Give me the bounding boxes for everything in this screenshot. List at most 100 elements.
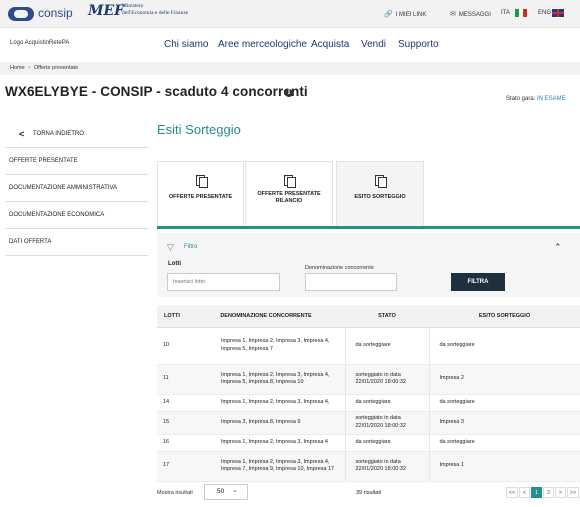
pager-page-2[interactable]: 2: [543, 487, 554, 498]
stato-gara-label: Stato gara:: [506, 96, 536, 102]
nav-acquista[interactable]: Acquista: [311, 39, 349, 50]
mef-logo[interactable]: MEF: [88, 3, 124, 19]
chevron-up-icon[interactable]: ⌃: [554, 242, 562, 253]
cell-esito: Impresa 1: [428, 451, 580, 482]
tab-label: OFFERTE PRESENTATE RILANCIO: [257, 191, 321, 204]
tab-offerte-presentate[interactable]: OFFERTE PRESENTATE: [157, 161, 244, 228]
col-header-stato[interactable]: STATO: [345, 305, 429, 328]
filtra-button[interactable]: FILTRA: [451, 273, 505, 291]
pager-next[interactable]: >: [555, 487, 566, 498]
consip-logo-text[interactable]: consip: [38, 6, 73, 20]
mostra-risultati-label: Mostra risultati: [157, 490, 193, 496]
filter-toggle[interactable]: Filtro: [184, 244, 197, 250]
cell-stato: sorteggiato in data 22/01/2020 18:00:32: [344, 411, 429, 435]
table-row[interactable]: 11 Impresa 1, Impresa 2, Impresa 3, Impr…: [157, 364, 580, 395]
col-header-denominazione[interactable]: DENOMINAZIONE CONCORRENTE: [187, 305, 345, 328]
tab-label: OFFERTE PRESENTATE: [168, 194, 233, 200]
table-row[interactable]: 16 Impresa 1, Impresa 2, Impresa 3, Impr…: [157, 434, 580, 452]
breadcrumb: Home > Offerte presentate: [0, 62, 580, 75]
pager-last[interactable]: >>: [567, 487, 579, 498]
table-row[interactable]: 10 Impresa 1, Impresa 2, Impresa 3, Impr…: [157, 327, 580, 365]
sidebar-item-offerte-presentate[interactable]: OFFERTE PRESENTATE: [5, 148, 148, 175]
cell-stato: sorteggiato in data 22/01/2020 18:00:32: [344, 451, 429, 482]
nav-aree-merceologiche[interactable]: Aree merceologiche: [218, 39, 307, 50]
cell-lotto: 17: [157, 451, 187, 482]
back-label: TORNA INDIETRO: [33, 131, 84, 137]
denominazione-label: Denominazione concorrente: [305, 265, 374, 271]
section-title: Esiti Sorteggio: [157, 122, 241, 137]
cell-lotto: 16: [157, 434, 187, 452]
sidebar-item-doc-economica[interactable]: DOCUMENTAZIONE ECONOMICA: [5, 202, 148, 229]
tab-offerte-rilancio[interactable]: OFFERTE PRESENTATE RILANCIO: [245, 161, 333, 228]
top-bar: consip MEF Ministero dell'Economia e del…: [0, 0, 580, 28]
table-row[interactable]: 17 Impresa 1, Impresa 2, Impresa 3, Impr…: [157, 451, 580, 482]
cell-esito: Impresa 3: [428, 411, 580, 435]
tab-underline: [157, 226, 580, 229]
documents-icon: [195, 175, 208, 188]
cell-stato: sorteggiato in data 22/01/2020 18:00:32: [344, 364, 429, 395]
table-row[interactable]: 14 Impresa 1, Impresa 2, Impresa 3, Impr…: [157, 394, 580, 412]
uk-flag-icon[interactable]: [552, 9, 564, 17]
cell-lotto: 14: [157, 394, 187, 412]
mef-logo-text: Ministero dell'Economia e delle Finanze: [122, 3, 192, 16]
my-links-link[interactable]: 🔗 I MIEI LINK: [384, 10, 426, 18]
cell-esito: da sorteggiare: [428, 394, 580, 412]
cell-denominazione: Impresa 3, Impresa 8, Impresa 9: [187, 411, 345, 435]
cell-denominazione: Impresa 1, Impresa 2, Impresa 3, Impresa…: [187, 394, 345, 412]
cell-lotto: 15: [157, 411, 187, 435]
page-title: WX6ELYBYE - CONSIP - scaduto 4 concorren…: [5, 84, 308, 99]
messages-link[interactable]: ✉ MESSAGGI: [450, 10, 491, 18]
link-icon: 🔗: [384, 11, 393, 18]
cell-lotto: 10: [157, 327, 187, 365]
breadcrumb-current: Offerte presentate: [33, 65, 79, 71]
envelope-icon: ✉: [450, 11, 456, 18]
brand-logo[interactable]: Logo AcquistinRetePA: [10, 40, 69, 46]
cell-denominazione: Impresa 1, Impresa 2, Impresa 3, Impresa…: [187, 434, 345, 452]
stato-gara-value: IN ESAME: [537, 96, 566, 102]
denominazione-input[interactable]: [305, 273, 397, 291]
documents-icon: [375, 175, 387, 188]
cell-esito: Impresa 2: [428, 364, 580, 395]
back-button[interactable]: < TORNA INDIETRO: [5, 122, 148, 148]
lotti-input[interactable]: [167, 273, 280, 291]
chevron-down-icon[interactable]: ⌄: [232, 486, 238, 494]
cell-esito: da sorteggiare: [428, 327, 580, 365]
consip-logo-icon[interactable]: [8, 7, 34, 21]
italy-flag-icon[interactable]: [515, 9, 527, 17]
breadcrumb-home[interactable]: Home: [10, 65, 25, 71]
cell-denominazione: Impresa 1, Impresa 2, Impresa 3, Impresa…: [187, 451, 345, 482]
filter-panel: ▽ Filtro ⌃ Lotti Denominazione concorren…: [157, 233, 580, 297]
col-header-lotti[interactable]: LOTTI: [157, 305, 187, 328]
documents-icon: [284, 175, 296, 188]
nav-supporto[interactable]: Supporto: [398, 39, 439, 50]
sidebar-item-doc-amministrativa[interactable]: DOCUMENTAZIONE AMMINISTRATIVA: [5, 175, 148, 202]
pager-prev[interactable]: <: [519, 487, 530, 498]
lang-ita-link[interactable]: ITA: [501, 10, 510, 16]
pager-page-1[interactable]: 1: [531, 487, 542, 498]
tab-esito-sorteggio[interactable]: ESITO SORTEGGIO: [336, 161, 424, 228]
chevron-left-icon: <: [19, 129, 25, 139]
nav-chi-siamo[interactable]: Chi siamo: [164, 39, 208, 50]
col-header-esito[interactable]: ESITO SORTEGGIO: [429, 305, 580, 328]
breadcrumb-separator: >: [27, 65, 31, 71]
mef-line-2: dell'Economia e delle Finanze: [122, 9, 189, 16]
cell-denominazione: Impresa 1, Impresa 2, Impresa 3, Impresa…: [187, 364, 345, 395]
cell-stato: da sorteggiare: [344, 434, 429, 452]
results-table: LOTTI DENOMINAZIONE CONCORRENTE STATO ES…: [157, 305, 580, 482]
tab-label: ESITO SORTEGGIO: [354, 194, 406, 200]
cell-denominazione: Impresa 1, Impresa 2, Impresa 3, Impresa…: [187, 327, 345, 365]
funnel-icon[interactable]: ▽: [167, 242, 174, 253]
results-count: 39 risultati: [356, 490, 382, 496]
sidebar: < TORNA INDIETRO OFFERTE PRESENTATE DOCU…: [5, 122, 148, 256]
table-header-row: LOTTI DENOMINAZIONE CONCORRENTE STATO ES…: [157, 305, 580, 328]
page-size-select[interactable]: 50: [204, 484, 248, 500]
lang-eng-link[interactable]: ENG: [538, 10, 551, 16]
info-icon[interactable]: i: [285, 89, 293, 97]
pager-first[interactable]: <<: [506, 487, 518, 498]
cell-stato: da sorteggiare: [344, 394, 429, 412]
sidebar-item-dati-offerta[interactable]: DATI OFFERTA: [5, 229, 148, 256]
nav-vendi[interactable]: Vendi: [361, 39, 386, 50]
table-row[interactable]: 15 Impresa 3, Impresa 8, Impresa 9 sorte…: [157, 411, 580, 435]
cell-lotto: 11: [157, 364, 187, 395]
cell-esito: da sorteggiare: [428, 434, 580, 452]
